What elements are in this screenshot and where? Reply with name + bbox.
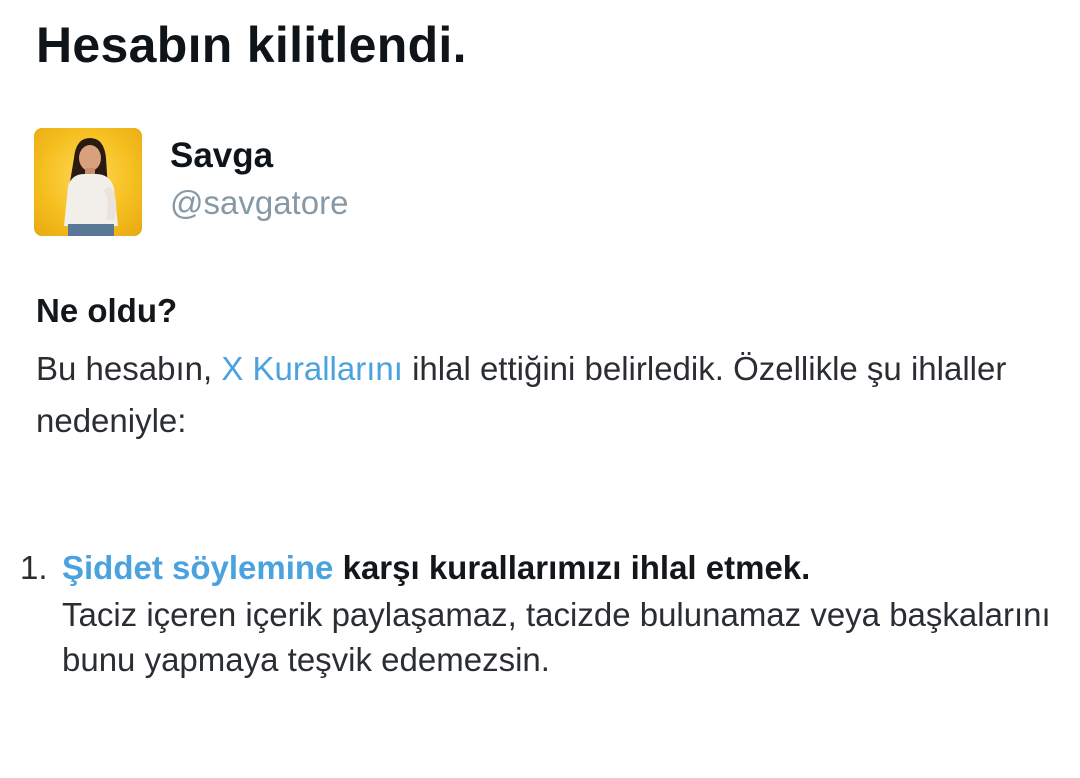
account-text: Savga @savgatore	[170, 128, 348, 226]
violation-description: Taciz içeren içerik paylaşamaz, tacizde …	[62, 596, 1051, 678]
display-name: Savga	[170, 136, 274, 175]
account-card: Savga @savgatore	[34, 128, 348, 236]
violation-number: 1.	[20, 549, 48, 586]
page-title: Hesabın kilitlendi.	[36, 17, 467, 73]
account-handle: @savgatore	[170, 184, 349, 221]
violation-title: Şiddet söylemine karşı kurallarımızı ihl…	[62, 545, 1060, 590]
explanation-text: Bu hesabın, X Kurallarını ihlal ettiğini…	[36, 343, 1046, 447]
what-happened-heading: Ne oldu?	[36, 292, 178, 329]
violation-body: Şiddet söylemine karşı kurallarımızı ihl…	[62, 545, 1060, 682]
violation-item: 1. Şiddet söylemine karşı kurallarımızı …	[20, 545, 1060, 682]
x-rules-link[interactable]: X Kurallarını	[221, 350, 403, 387]
profile-photo-icon	[64, 138, 118, 236]
explanation-text-start: Bu hesabın,	[36, 350, 222, 387]
violation-title-rest: karşı kurallarımızı ihlal etmek.	[333, 549, 811, 586]
violent-speech-policy-link[interactable]: Şiddet söylemine	[62, 549, 333, 586]
avatar	[34, 128, 142, 236]
violations-list: 1. Şiddet söylemine karşı kurallarımızı …	[20, 545, 1060, 682]
